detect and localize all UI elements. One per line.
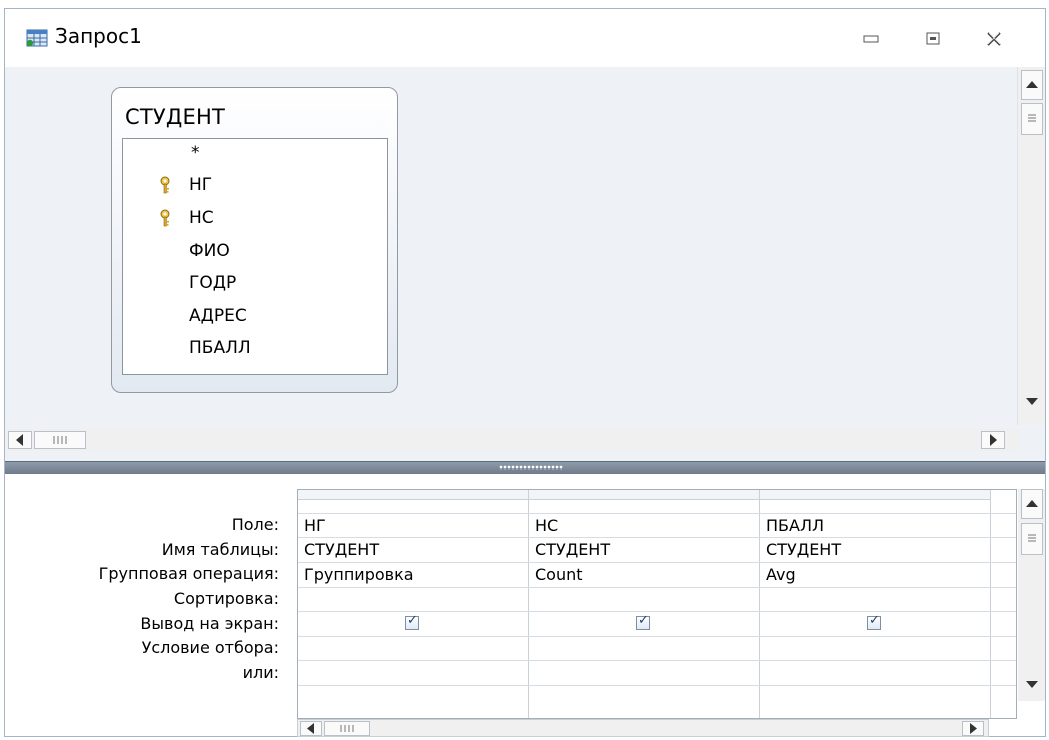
grid-cell-field[interactable]: НГ [304, 516, 326, 535]
column-selector[interactable] [760, 490, 990, 500]
field-pball[interactable]: ПБАЛЛ [189, 338, 251, 358]
scroll-up-icon[interactable] [1021, 70, 1043, 100]
pane-splitter[interactable] [5, 461, 1045, 474]
scroll-thumb[interactable] [324, 721, 370, 736]
column-selector[interactable] [298, 490, 528, 500]
grid-cell-field[interactable]: ПБАЛЛ [766, 516, 824, 535]
scroll-down-icon[interactable] [1023, 675, 1041, 695]
checkmark-icon: ✓ [869, 613, 880, 628]
field-adres[interactable]: АДРЕС [189, 306, 247, 326]
grid-cell-table[interactable]: СТУДЕНТ [304, 540, 379, 559]
show-checkbox[interactable]: ✓ [636, 613, 650, 630]
scroll-left-icon[interactable] [8, 431, 32, 449]
minimize-icon[interactable] [856, 29, 886, 49]
primary-key-icon [160, 209, 170, 227]
restore-icon[interactable] [918, 29, 948, 49]
grid-cell-table[interactable]: СТУДЕНТ [535, 540, 610, 559]
table-pane-horizontal-scrollbar[interactable] [5, 429, 1019, 451]
scroll-down-icon[interactable] [1023, 392, 1041, 412]
row-label-group: Групповая операция: [98, 564, 279, 583]
table-box-student[interactable]: СТУДЕНТ * НГ НС ФИО ГОДР АДРЕС ПБАЛЛ [111, 87, 398, 393]
scroll-thumb[interactable] [34, 431, 86, 449]
field-ng[interactable]: НГ [189, 175, 212, 195]
table-pane: СТУДЕНТ * НГ НС ФИО ГОДР АДРЕС ПБАЛЛ [5, 67, 1045, 465]
row-divider [298, 685, 1016, 686]
row-label-show: Вывод на экран: [140, 614, 279, 633]
close-icon[interactable] [979, 29, 1009, 49]
row-label-sort: Сортировка: [173, 589, 279, 608]
scroll-thumb[interactable] [1021, 523, 1043, 555]
query-window: Запрос1 СТУДЕНТ * НГ НС ФИО ГОДР АДРЕС П… [4, 8, 1046, 737]
scroll-right-icon[interactable] [981, 431, 1005, 449]
row-divider [298, 513, 1016, 514]
grid-cell-group[interactable]: Avg [766, 565, 796, 584]
grid-cell-group[interactable]: Группировка [304, 565, 414, 584]
field-list[interactable]: * НГ НС ФИО ГОДР АДРЕС ПБАЛЛ [122, 138, 388, 375]
row-divider [298, 562, 1016, 563]
column-selector[interactable] [529, 490, 759, 500]
row-divider [298, 611, 1016, 612]
grid-vertical-scrollbar[interactable] [1018, 489, 1045, 701]
row-divider [298, 636, 1016, 637]
primary-key-icon [160, 176, 170, 194]
show-checkbox[interactable]: ✓ [405, 613, 419, 630]
column-divider [528, 490, 529, 718]
column-divider [759, 490, 760, 718]
scroll-right-icon[interactable] [962, 721, 984, 736]
grid-cell-table[interactable]: СТУДЕНТ [766, 540, 841, 559]
grid-cell-group[interactable]: Count [535, 565, 583, 584]
show-checkbox[interactable]: ✓ [867, 613, 881, 630]
grid-horizontal-scrollbar[interactable] [297, 719, 989, 737]
scroll-up-icon[interactable] [1021, 489, 1043, 519]
field-all[interactable]: * [191, 143, 200, 163]
row-label-criteria: Условие отбора: [141, 638, 279, 657]
query-design-grid: НГ СТУДЕНТ Группировка ✓ НС СТУДЕНТ Coun… [297, 489, 1017, 719]
title-bar: Запрос1 [5, 9, 1045, 71]
row-label-field: Поле: [231, 515, 279, 534]
window-title: Запрос1 [55, 24, 142, 48]
row-divider [298, 537, 1016, 538]
checkmark-icon: ✓ [407, 613, 418, 628]
scroll-left-icon[interactable] [300, 721, 322, 736]
checkmark-icon: ✓ [638, 613, 649, 628]
row-label-or: или: [242, 663, 279, 682]
row-label-table: Имя таблицы: [161, 540, 279, 559]
row-divider [298, 587, 1016, 588]
column-divider [990, 490, 991, 718]
query-icon [26, 29, 48, 47]
grid-cell-field[interactable]: НС [535, 516, 558, 535]
design-grid-pane: Поле: Имя таблицы: Групповая операция: С… [5, 474, 1045, 737]
table-pane-vertical-scrollbar[interactable] [1017, 67, 1045, 425]
splitter-grip[interactable] [499, 465, 563, 470]
table-name: СТУДЕНТ [125, 105, 225, 129]
scroll-thumb[interactable] [1021, 103, 1043, 135]
field-fio[interactable]: ФИО [189, 241, 230, 261]
row-divider [298, 660, 1016, 661]
field-ns[interactable]: НС [189, 208, 214, 228]
field-godr[interactable]: ГОДР [189, 273, 236, 293]
